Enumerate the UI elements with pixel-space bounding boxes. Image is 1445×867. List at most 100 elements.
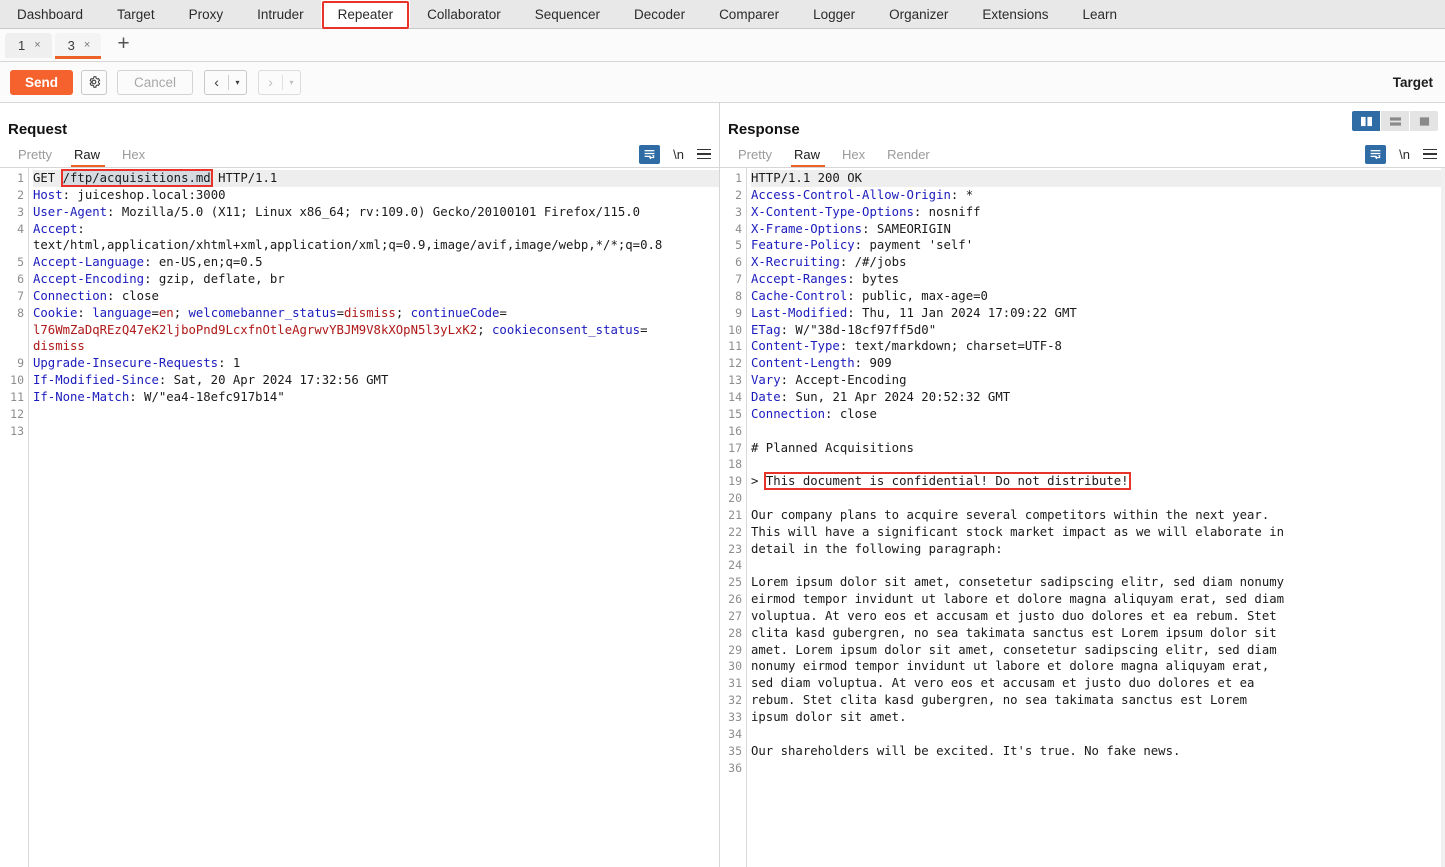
request-line[interactable] <box>33 406 719 423</box>
request-line[interactable]: User-Agent: Mozilla/5.0 (X11; Linux x86_… <box>33 204 719 221</box>
forward-navigation-group[interactable]: › ▾ <box>258 70 301 95</box>
response-scrollbar[interactable] <box>1441 168 1445 867</box>
main-tab-proxy[interactable]: Proxy <box>172 0 241 28</box>
request-line[interactable]: l76WmZaDqREzQ47eK2ljboPnd9LcxfnOtleAgrwv… <box>33 322 719 339</box>
back-navigation-group[interactable]: ‹ ▾ <box>204 70 247 95</box>
request-line[interactable]: Connection: close <box>33 288 719 305</box>
response-line[interactable]: Our shareholders will be excited. It's t… <box>751 743 1445 760</box>
response-line[interactable]: Cache-Control: public, max-age=0 <box>751 288 1445 305</box>
response-line[interactable]: Content-Type: text/markdown; charset=UTF… <box>751 338 1445 355</box>
response-line[interactable]: Content-Length: 909 <box>751 355 1445 372</box>
response-line[interactable]: This will have a significant stock marke… <box>751 524 1445 541</box>
response-line[interactable]: Feature-Policy: payment 'self' <box>751 237 1445 254</box>
request-tab-hex[interactable]: Hex <box>112 141 157 167</box>
main-tab-comparer[interactable]: Comparer <box>702 0 796 28</box>
main-tab-sequencer[interactable]: Sequencer <box>518 0 617 28</box>
response-line[interactable]: # Planned Acquisitions <box>751 440 1445 457</box>
repeater-tab-1[interactable]: 1× <box>5 33 52 58</box>
cancel-button[interactable]: Cancel <box>117 70 193 95</box>
response-line[interactable]: Accept-Ranges: bytes <box>751 271 1445 288</box>
response-line[interactable] <box>751 760 1445 777</box>
request-line[interactable]: Upgrade-Insecure-Requests: 1 <box>33 355 719 372</box>
response-line[interactable]: X-Recruiting: /#/jobs <box>751 254 1445 271</box>
request-line[interactable]: text/html,application/xhtml+xml,applicat… <box>33 237 719 254</box>
main-tab-intruder[interactable]: Intruder <box>240 0 321 28</box>
response-body-text[interactable]: HTTP/1.1 200 OKAccess-Control-Allow-Orig… <box>747 168 1445 867</box>
forward-dropdown-caret-icon[interactable]: ▾ <box>283 71 300 94</box>
single-pane-layout-button[interactable] <box>1410 111 1438 131</box>
response-tab-raw[interactable]: Raw <box>784 141 832 167</box>
request-line[interactable]: If-Modified-Since: Sat, 20 Apr 2024 17:3… <box>33 372 719 389</box>
response-line[interactable]: detail in the following paragraph: <box>751 541 1445 558</box>
response-line[interactable]: Access-Control-Allow-Origin: * <box>751 187 1445 204</box>
main-tab-repeater[interactable]: Repeater <box>321 0 411 28</box>
response-line[interactable]: sed diam voluptua. At vero eos et accusa… <box>751 675 1445 692</box>
forward-arrow-icon[interactable]: › <box>259 71 282 94</box>
response-line[interactable]: clita kasd gubergren, no sea takimata sa… <box>751 625 1445 642</box>
main-tab-target[interactable]: Target <box>100 0 172 28</box>
request-line[interactable] <box>33 423 719 440</box>
back-arrow-icon[interactable]: ‹ <box>205 71 228 94</box>
request-line[interactable]: Accept-Language: en-US,en;q=0.5 <box>33 254 719 271</box>
response-editor[interactable]: 1234567891011121314151617181920212223242… <box>720 168 1445 867</box>
newline-icon[interactable]: \n <box>673 147 684 162</box>
close-icon[interactable]: × <box>84 39 90 51</box>
response-line[interactable]: amet. Lorem ipsum dolor sit amet, conset… <box>751 642 1445 659</box>
request-editor[interactable]: 12345678910111213 GET /ftp/acquisitions.… <box>0 168 719 867</box>
add-repeater-tab-button[interactable]: + <box>111 33 135 57</box>
response-line[interactable]: eirmod tempor invidunt ut labore et dolo… <box>751 591 1445 608</box>
word-wrap-icon[interactable] <box>639 145 660 164</box>
word-wrap-icon[interactable] <box>1365 145 1386 164</box>
response-line[interactable]: HTTP/1.1 200 OK <box>751 170 1445 187</box>
response-line[interactable]: Date: Sun, 21 Apr 2024 20:52:32 GMT <box>751 389 1445 406</box>
request-line[interactable]: Host: juiceshop.local:3000 <box>33 187 719 204</box>
split-horizontal-layout-button[interactable] <box>1381 111 1409 131</box>
menu-icon[interactable] <box>697 149 711 160</box>
request-tab-pretty[interactable]: Pretty <box>8 141 64 167</box>
response-line[interactable]: > This document is confidential! Do not … <box>751 473 1445 490</box>
send-button[interactable]: Send <box>10 70 73 95</box>
response-line[interactable]: ipsum dolor sit amet. <box>751 709 1445 726</box>
response-line[interactable] <box>751 423 1445 440</box>
response-line[interactable]: Lorem ipsum dolor sit amet, consetetur s… <box>751 574 1445 591</box>
menu-icon[interactable] <box>1423 149 1437 160</box>
request-body-text[interactable]: GET /ftp/acquisitions.md HTTP/1.1Host: j… <box>29 168 719 867</box>
response-line[interactable]: Our company plans to acquire several com… <box>751 507 1445 524</box>
back-dropdown-caret-icon[interactable]: ▾ <box>229 71 246 94</box>
request-line[interactable]: If-None-Match: W/"ea4-18efc917b14" <box>33 389 719 406</box>
request-tab-raw[interactable]: Raw <box>64 141 112 167</box>
repeater-tab-3[interactable]: 3× <box>55 33 102 58</box>
main-tab-collaborator[interactable]: Collaborator <box>410 0 518 28</box>
newline-icon[interactable]: \n <box>1399 147 1410 162</box>
close-icon[interactable]: × <box>34 39 40 51</box>
response-tab-hex[interactable]: Hex <box>832 141 877 167</box>
response-tab-pretty[interactable]: Pretty <box>728 141 784 167</box>
response-line[interactable] <box>751 456 1445 473</box>
main-tab-logger[interactable]: Logger <box>796 0 872 28</box>
response-line[interactable]: Vary: Accept-Encoding <box>751 372 1445 389</box>
request-line[interactable]: Accept-Encoding: gzip, deflate, br <box>33 271 719 288</box>
gear-icon[interactable] <box>81 70 107 95</box>
response-line[interactable]: Connection: close <box>751 406 1445 423</box>
request-line[interactable]: GET /ftp/acquisitions.md HTTP/1.1 <box>33 170 719 187</box>
request-line[interactable]: Cookie: language=en; welcomebanner_statu… <box>33 305 719 322</box>
main-tab-decoder[interactable]: Decoder <box>617 0 702 28</box>
response-line[interactable]: X-Frame-Options: SAMEORIGIN <box>751 221 1445 238</box>
response-tab-render[interactable]: Render <box>877 141 942 167</box>
split-vertical-layout-button[interactable] <box>1352 111 1380 131</box>
main-tab-learn[interactable]: Learn <box>1065 0 1134 28</box>
response-line[interactable]: voluptua. At vero eos et accusam et just… <box>751 608 1445 625</box>
main-tab-extensions[interactable]: Extensions <box>965 0 1065 28</box>
request-line[interactable]: Accept: <box>33 221 719 238</box>
response-line[interactable]: Last-Modified: Thu, 11 Jan 2024 17:09:22… <box>751 305 1445 322</box>
response-line[interactable] <box>751 557 1445 574</box>
response-line[interactable]: X-Content-Type-Options: nosniff <box>751 204 1445 221</box>
main-tab-organizer[interactable]: Organizer <box>872 0 965 28</box>
response-line[interactable]: ETag: W/"38d-18cf97ff5d0" <box>751 322 1445 339</box>
response-line[interactable]: nonumy eirmod tempor invidunt ut labore … <box>751 658 1445 675</box>
request-line[interactable]: dismiss <box>33 338 719 355</box>
response-line[interactable] <box>751 490 1445 507</box>
main-tab-dashboard[interactable]: Dashboard <box>0 0 100 28</box>
response-line[interactable]: rebum. Stet clita kasd gubergren, no sea… <box>751 692 1445 709</box>
response-line[interactable] <box>751 726 1445 743</box>
